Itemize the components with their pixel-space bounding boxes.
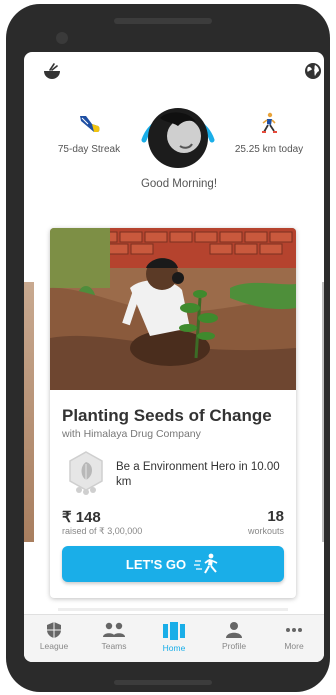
nav-label-league: League bbox=[39, 641, 69, 651]
shoe-icon bbox=[44, 112, 134, 136]
globe-icon[interactable] bbox=[304, 62, 322, 80]
app-screen: 75-day Streak 25.25 km today Good Mornin… bbox=[24, 52, 324, 662]
team-icon bbox=[84, 621, 144, 639]
nav-label-teams: Teams bbox=[101, 641, 127, 651]
raised-target: raised of ₹ 3,00,000 bbox=[62, 526, 143, 536]
distance-label: 25.25 km today bbox=[234, 144, 304, 155]
nav-item-teams[interactable]: Teams bbox=[84, 615, 144, 662]
home-icon bbox=[144, 621, 204, 641]
phone-frame: 75-day Streak 25.25 km today Good Mornin… bbox=[6, 4, 330, 692]
nav-label-more: More bbox=[284, 641, 304, 651]
nav-item-profile[interactable]: Profile bbox=[204, 615, 264, 662]
next-card-peek[interactable] bbox=[322, 282, 324, 542]
nav-item-home[interactable]: Home bbox=[144, 615, 204, 662]
front-camera bbox=[56, 32, 68, 44]
cause-image bbox=[50, 228, 296, 390]
next-card-hint bbox=[58, 608, 288, 611]
distance-stat: 25.25 km today bbox=[224, 112, 314, 155]
raised-amount: ₹ 148 bbox=[62, 509, 101, 526]
runner-icon bbox=[224, 112, 314, 136]
cause-subtitle: with Himalaya Drug Company bbox=[62, 428, 201, 440]
avatar[interactable] bbox=[138, 92, 218, 172]
lets-go-button[interactable]: LET'S GO bbox=[62, 546, 284, 582]
running-man-icon bbox=[194, 553, 220, 575]
lets-go-label: LET'S GO bbox=[125, 556, 187, 572]
cause-title: Planting Seeds of Change bbox=[62, 406, 272, 425]
phone-bottom-bar bbox=[114, 680, 212, 685]
nav-label-profile: Profile bbox=[221, 641, 247, 651]
badge-icon bbox=[66, 450, 106, 496]
bottom-navigation: League Teams Home Profile More bbox=[24, 614, 324, 662]
nav-label-home: Home bbox=[162, 643, 186, 653]
cause-card[interactable]: Planting Seeds of Change with Himalaya D… bbox=[50, 228, 296, 598]
nav-item-league[interactable]: League bbox=[24, 615, 84, 662]
workouts-label: workouts bbox=[247, 526, 284, 536]
more-icon bbox=[264, 621, 324, 639]
streak-stat: 75-day Streak bbox=[44, 112, 134, 155]
workouts-count: 18 bbox=[267, 508, 284, 525]
greeting-text: Good Morning! bbox=[140, 178, 218, 190]
nav-item-more[interactable]: More bbox=[264, 615, 324, 662]
streak-label: 75-day Streak bbox=[57, 144, 121, 155]
shield-icon bbox=[24, 621, 84, 639]
speaker-grille bbox=[114, 18, 212, 24]
bowl-icon[interactable] bbox=[42, 62, 62, 82]
goal-text: Be a Environment Hero in 10.00 km bbox=[116, 461, 280, 488]
previous-card-peek[interactable] bbox=[24, 282, 34, 542]
profile-icon bbox=[204, 621, 264, 639]
